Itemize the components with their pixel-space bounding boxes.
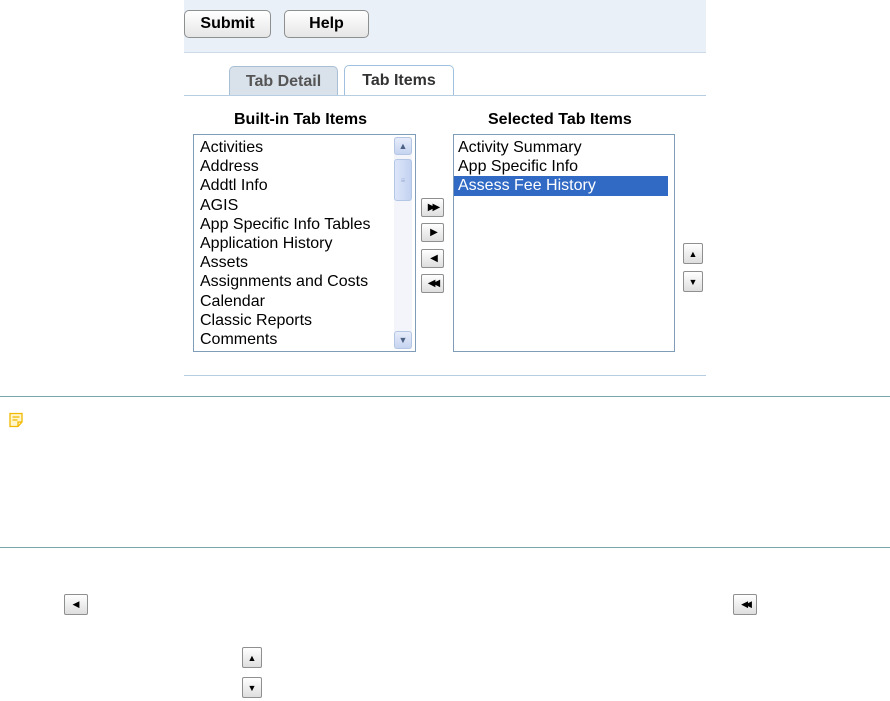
selected-list-title: Selected Tab Items: [488, 111, 632, 128]
selected-list-item[interactable]: Activity Summary: [454, 138, 668, 157]
note-top-divider: [0, 396, 890, 397]
builtin-tab-items-list[interactable]: Activities Address Addtl Info AGIS App Speci…: [193, 134, 416, 352]
remove-all-button[interactable]: ◀◀: [421, 274, 444, 293]
help-button[interactable]: Help: [284, 10, 369, 38]
add-button[interactable]: ▶: [421, 223, 444, 242]
builtin-list-item[interactable]: Address: [194, 157, 370, 176]
move-down-button[interactable]: ▼: [683, 271, 703, 292]
remove-all-legend-icon: ◀◀: [733, 594, 757, 615]
scroll-down-arrow-icon[interactable]: ▼: [394, 331, 412, 349]
note-icon: [9, 412, 23, 428]
move-up-legend-icon: ▲: [242, 647, 262, 668]
builtin-list-scrollbar[interactable]: ▲ ≡ ▼: [394, 137, 412, 349]
button-panel: Submit Help: [184, 0, 706, 53]
builtin-items: Activities Address Addtl Info AGIS App Speci…: [194, 138, 370, 349]
add-all-button[interactable]: ▶▶: [421, 198, 444, 217]
builtin-list-item[interactable]: Calendar: [194, 292, 370, 311]
tab-divider: [184, 95, 706, 96]
tab-detail[interactable]: Tab Detail: [229, 66, 338, 96]
remove-legend-icon: ◀: [64, 594, 88, 615]
move-down-legend-icon: ▼: [242, 677, 262, 698]
builtin-list-item[interactable]: App Specific Info Tables: [194, 215, 370, 234]
selected-tab-items-list[interactable]: Activity Summary App Specific Info Assess …: [453, 134, 675, 352]
selected-items: Activity Summary App Specific Info Assess …: [454, 138, 668, 196]
move-up-button[interactable]: ▲: [683, 243, 703, 264]
scroll-up-arrow-icon[interactable]: ▲: [394, 137, 412, 155]
builtin-list-item[interactable]: Comments: [194, 330, 370, 349]
builtin-list-item[interactable]: Activities: [194, 138, 370, 157]
scroll-thumb[interactable]: ≡: [394, 159, 412, 201]
selected-list-item[interactable]: Assess Fee History: [454, 176, 668, 196]
builtin-list-item[interactable]: Addtl Info: [194, 176, 370, 195]
builtin-list-item[interactable]: Assignments and Costs: [194, 272, 370, 291]
panel-bottom-border: [184, 375, 706, 376]
submit-button[interactable]: Submit: [184, 10, 271, 38]
tab-items[interactable]: Tab Items: [344, 65, 454, 96]
builtin-list-item[interactable]: Classic Reports: [194, 311, 370, 330]
builtin-list-item[interactable]: Assets: [194, 253, 370, 272]
builtin-list-title: Built-in Tab Items: [234, 111, 368, 128]
remove-button[interactable]: ◀: [421, 249, 444, 268]
note-bottom-divider: [0, 547, 890, 548]
builtin-list-item[interactable]: Application History: [194, 234, 370, 253]
selected-list-item[interactable]: App Specific Info: [454, 157, 668, 176]
builtin-list-item[interactable]: AGIS: [194, 196, 370, 215]
